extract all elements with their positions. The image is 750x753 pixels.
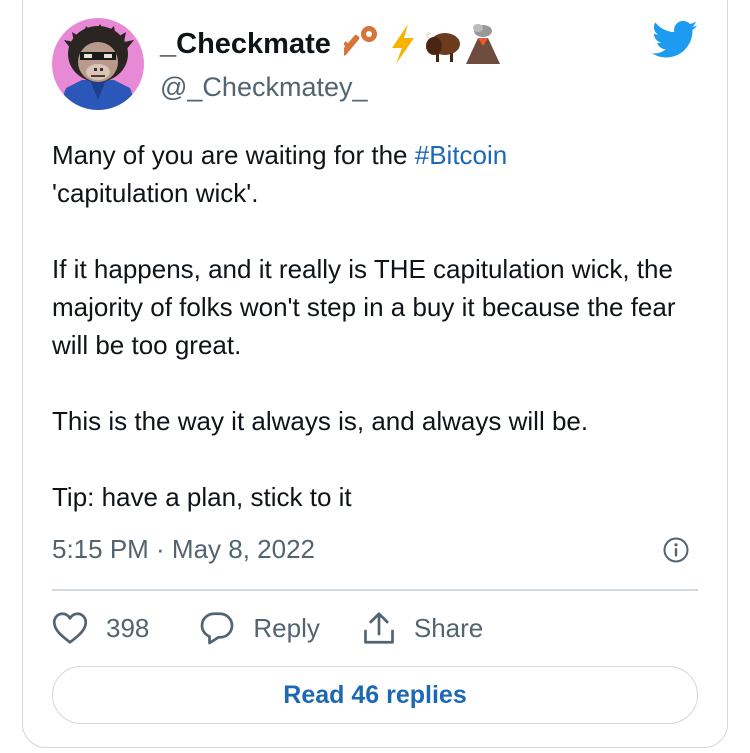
share-label: Share [413,612,484,643]
info-icon[interactable] [663,537,689,563]
read-replies-button[interactable]: Read 46 replies [52,666,698,724]
reply-button[interactable]: Reply [199,611,320,645]
hashtag-link[interactable]: #Bitcoin [415,140,508,170]
display-name[interactable]: _Checkmate [160,26,331,62]
tweet-text: Many of you are waiting for the #Bitcoin… [52,136,702,554]
avatar[interactable] [52,18,144,110]
tweet-paragraph-1: Many of you are waiting for the #Bitcoin… [52,136,702,212]
tweet-timestamp[interactable]: 5:15 PM · May 8, 2022 [52,530,315,568]
twitter-bird-icon[interactable] [652,20,698,60]
tweet-text-segment: 'capitulation wick'. [52,178,259,208]
volcano-emoji-icon [464,22,502,66]
user-handle[interactable]: @_Checkmatey_ [160,70,368,104]
bison-emoji-icon [424,22,462,66]
like-count: 398 [106,612,150,643]
avatar-image [52,18,144,110]
name-emojis [341,22,502,66]
tweet-paragraph-2: If it happens, and it really is THE capi… [52,254,676,360]
tweet-paragraph-4: Tip: have a plan, stick to it [52,482,352,512]
tweet-paragraph-3: This is the way it always is, and always… [52,406,589,436]
share-button[interactable]: Share [362,610,483,646]
tweet-text-segment: Many of you are waiting for the [52,140,415,170]
reply-label: Reply [253,612,320,643]
speech-bubble-icon [201,612,234,645]
lightning-emoji-icon [384,22,422,66]
share-upload-icon [364,612,394,644]
tweet-actions: 398 Reply Share [52,604,483,652]
like-button[interactable]: 398 [52,611,149,645]
heart-icon [52,612,88,644]
divider [52,589,698,591]
key-emoji-icon [341,22,382,66]
